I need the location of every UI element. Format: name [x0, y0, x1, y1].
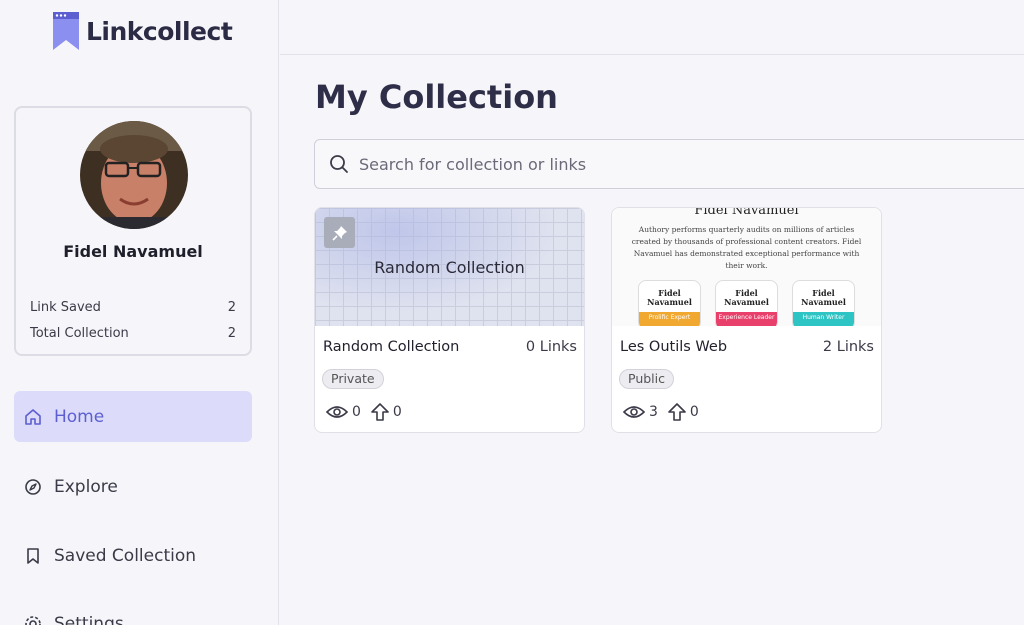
badge-name: Fidel Navamuel [724, 288, 769, 307]
award-badge: Fidel Navamuel Prolific Expert [638, 280, 701, 326]
stat-link-saved: Link Saved 2 [30, 300, 236, 315]
pin-icon [331, 225, 347, 241]
page-title: My Collection [315, 78, 558, 116]
thumbnail-title: Random Collection [374, 257, 525, 277]
nav-item-explore[interactable]: Explore [14, 461, 252, 512]
award-badge: Fidel Navamuel Human Writer [792, 280, 855, 326]
logo[interactable]: Linkcollect [52, 10, 233, 52]
stat-total-collection: Total Collection 2 [30, 326, 236, 341]
view-count: 3 [649, 404, 658, 420]
link-count: 0 Links [525, 339, 577, 355]
award-badge: Fidel Navamuel Experience Leader [715, 280, 778, 326]
avatar-photo-icon [80, 121, 188, 229]
nav-label: Home [54, 406, 105, 427]
upvote-count: 0 [689, 404, 699, 420]
thumbnail-heading: Fidel Navamuel [694, 208, 799, 218]
badge-name: Fidel Navamuel [801, 288, 846, 307]
search-bar[interactable] [314, 139, 1024, 189]
bookmark-icon [24, 547, 42, 565]
search-input[interactable] [359, 154, 959, 174]
collection-title[interactable]: Random Collection [323, 339, 459, 355]
visibility-badge: Public [619, 369, 674, 389]
upvote-icon[interactable] [371, 403, 389, 421]
upvote-icon[interactable] [668, 403, 686, 421]
badge-label: Human Writer [793, 312, 854, 326]
nav-item-settings[interactable]: Settings [14, 598, 252, 625]
pin-button[interactable] [324, 217, 355, 248]
badge-label: Prolific Expert [639, 312, 700, 326]
link-count: 2 Links [822, 339, 874, 355]
collection-metrics: 3 0 [623, 403, 709, 421]
collection-title[interactable]: Les Outils Web [620, 339, 727, 355]
thumbnail-text: Authory performs quarterly audits on mil… [631, 225, 862, 270]
visibility-badge: Private [322, 369, 384, 389]
home-icon [24, 408, 42, 426]
upvote-count: 0 [392, 404, 402, 420]
stat-label: Total Collection [30, 326, 129, 341]
thumbnail-badges: Fidel Navamuel Prolific Expert Fidel Nav… [612, 280, 881, 326]
logo-text: Linkcollect [86, 16, 233, 46]
collection-metrics: 0 0 [326, 403, 412, 421]
gear-icon [24, 615, 42, 625]
search-icon [330, 155, 348, 173]
stat-value: 2 [227, 326, 236, 341]
compass-icon [24, 478, 42, 496]
profile-name: Fidel Navamuel [63, 242, 203, 261]
nav-item-saved-collection[interactable]: Saved Collection [14, 530, 252, 581]
stat-value: 2 [227, 300, 236, 315]
eye-icon [623, 406, 645, 418]
collection-card[interactable]: Random Collection Random Collection 0 Li… [314, 207, 585, 433]
sidebar: Linkcollect Fidel Navamuel Link Saved 2 … [0, 0, 279, 625]
top-bar [280, 0, 1024, 55]
nav-label: Settings [54, 613, 124, 625]
badge-label: Experience Leader [716, 312, 777, 326]
view-count: 0 [352, 404, 361, 420]
eye-icon [326, 406, 348, 418]
collection-card[interactable]: Fidel Navamuel Authory performs quarterl… [611, 207, 882, 433]
nav-label: Saved Collection [54, 545, 197, 566]
avatar[interactable] [80, 121, 188, 229]
stat-label: Link Saved [30, 300, 101, 315]
bookmark-logo-icon [53, 12, 79, 50]
nav-item-home[interactable]: Home [14, 391, 252, 442]
badge-name: Fidel Navamuel [647, 288, 692, 307]
collection-thumbnail[interactable]: Random Collection [315, 208, 584, 326]
nav-label: Explore [54, 476, 118, 497]
collection-thumbnail[interactable]: Fidel Navamuel Authory performs quarterl… [612, 208, 881, 326]
profile-card: Fidel Navamuel Link Saved 2 Total Collec… [14, 106, 252, 356]
